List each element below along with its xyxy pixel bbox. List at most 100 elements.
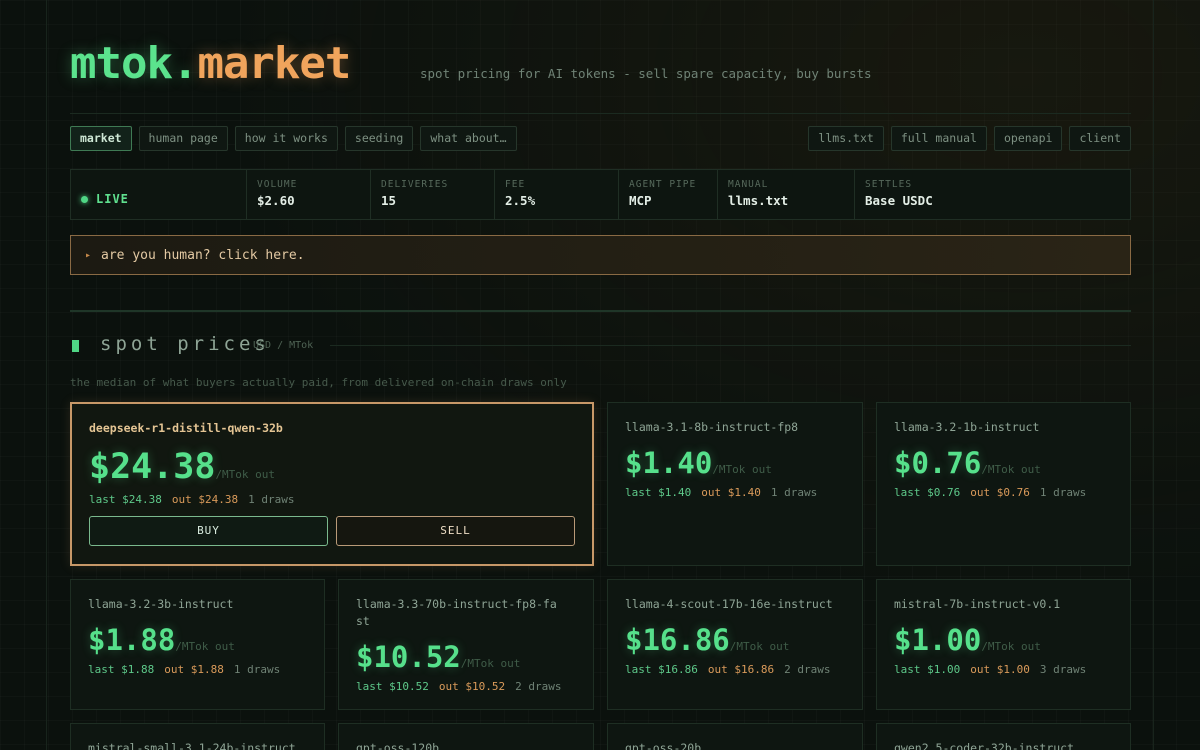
buy-button[interactable]: BUY	[89, 516, 328, 546]
price-unit: /MTok out	[729, 640, 790, 653]
stat-value: 15	[381, 193, 397, 208]
price-unit: /MTok out	[460, 657, 521, 670]
out-price: out $0.76	[970, 486, 1030, 499]
price-row: $10.52/MTok out	[356, 640, 576, 674]
model-name: mistral-small-3.1-24b-instruct	[88, 741, 296, 750]
stat-volume: VOLUME $2.60	[247, 170, 371, 219]
last-price: last $1.88	[88, 663, 155, 676]
draw-count: 2 draws	[784, 663, 831, 676]
section-subtitle: the median of what buyers actually paid,…	[70, 376, 567, 389]
last-price: last $24.38	[89, 493, 162, 506]
stat-manual: MANUAL llms.txt	[718, 170, 855, 219]
section-header: spot prices USD / MTok	[70, 333, 1131, 357]
price-amount: $10.52	[356, 640, 461, 674]
price-meta: last $16.86 out $16.86 2 draws	[625, 663, 845, 676]
stat-value: llms.txt	[728, 193, 789, 208]
price-meta: last $0.76 out $0.76 1 draws	[894, 486, 1113, 499]
price-row: $1.40/MTok out	[625, 446, 845, 480]
price-unit: /MTok out	[981, 640, 1041, 653]
tagline: spot pricing for AI tokens - sell spare …	[420, 66, 872, 81]
model-name: mistral-7b-instruct-v0.1	[894, 597, 1061, 611]
brand-part-2: market	[197, 38, 351, 89]
price-amount: $16.86	[625, 623, 730, 657]
model-name: qwen2.5-coder-32b-instruct	[894, 741, 1075, 750]
stat-deliveries: DELIVERIES 15	[371, 170, 495, 219]
draw-count: 1 draws	[248, 493, 295, 506]
out-price: out $10.52	[438, 680, 506, 693]
stat-settles: SETTLES Base USDC	[855, 170, 1130, 219]
price-row: $24.38/MTok out	[89, 447, 575, 487]
stat-label: DELIVERIES	[381, 179, 449, 190]
stat-value: 2.5%	[505, 193, 536, 208]
price-unit: /MTok out	[981, 463, 1041, 476]
price-meta: last $10.52 out $10.52 2 draws	[356, 680, 576, 693]
stat-value: MCP	[629, 193, 652, 208]
stat-label: MANUAL	[728, 179, 769, 190]
header: mtok.market spot pricing for AI tokens -…	[70, 38, 1131, 98]
header-divider	[70, 113, 1131, 114]
nav-seeding[interactable]: seeding	[344, 126, 414, 151]
nav-left: market human page how it works seeding w…	[70, 126, 517, 151]
out-price: out $24.38	[171, 493, 239, 506]
stats-bar: LIVE VOLUME $2.60 DELIVERIES 15 FEE 2.5%…	[70, 169, 1131, 220]
nav-market[interactable]: market	[70, 126, 132, 151]
draw-count: 2 draws	[515, 680, 562, 693]
stat-value: Base USDC	[865, 193, 933, 208]
nav-human-page[interactable]: human page	[138, 126, 228, 151]
price-card[interactable]: llama-3.2-1b-instruct $0.76/MTok out las…	[876, 402, 1131, 566]
price-card[interactable]: mistral-7b-instruct-v0.1 $1.00/MTok out …	[876, 579, 1131, 710]
card-actions: BUY SELL	[89, 516, 575, 546]
model-name: llama-3.1-8b-instruct-fp8	[625, 420, 799, 434]
model-name: llama-3.2-3b-instruct	[88, 597, 234, 611]
price-card[interactable]: gpt-oss-120b	[338, 723, 594, 750]
section-divider	[70, 310, 1131, 312]
price-row: $1.88/MTok out	[88, 623, 307, 657]
model-name: llama-3.2-1b-instruct	[894, 420, 1040, 434]
price-card[interactable]: gpt-oss-20b	[607, 723, 863, 750]
nav-openapi[interactable]: openapi	[993, 126, 1063, 151]
model-name: llama-3.3-70b-instruct-fp8-fast	[356, 597, 557, 628]
price-amount: $1.00	[894, 623, 982, 657]
stat-agent-pipe: AGENT PIPE MCP	[619, 170, 718, 219]
nav-what-about[interactable]: what about…	[420, 126, 517, 151]
last-price: last $1.00	[894, 663, 961, 676]
live-label: LIVE	[96, 192, 129, 206]
price-meta: last $1.40 out $1.40 1 draws	[625, 486, 845, 499]
nav-llms-txt[interactable]: llms.txt	[808, 126, 884, 151]
price-card[interactable]: qwen2.5-coder-32b-instruct	[876, 723, 1131, 750]
nav-how-it-works[interactable]: how it works	[234, 126, 338, 151]
price-unit: /MTok out	[215, 468, 276, 481]
arrow-right-icon: ▸	[85, 249, 92, 261]
last-price: last $10.52	[356, 680, 429, 693]
stat-fee: FEE 2.5%	[495, 170, 619, 219]
price-meta: last $1.88 out $1.88 1 draws	[88, 663, 307, 676]
price-unit: /MTok out	[712, 463, 772, 476]
brand-part-1: mtok.	[70, 38, 198, 89]
price-card[interactable]: llama-4-scout-17b-16e-instruct $16.86/MT…	[607, 579, 863, 710]
section-rule	[330, 345, 1131, 346]
model-name: gpt-oss-20b	[625, 741, 702, 750]
out-price: out $1.40	[701, 486, 761, 499]
price-card[interactable]: llama-3.3-70b-instruct-fp8-fast $10.52/M…	[338, 579, 594, 710]
price-amount: $0.76	[894, 446, 982, 480]
last-price: last $16.86	[625, 663, 698, 676]
out-price: out $1.88	[164, 663, 224, 676]
last-price: last $0.76	[894, 486, 961, 499]
nav-client[interactable]: client	[1069, 126, 1131, 151]
draw-count: 1 draws	[1039, 486, 1087, 499]
price-card[interactable]: llama-3.2-3b-instruct $1.88/MTok out las…	[70, 579, 325, 710]
human-banner-text: are you human? click here.	[101, 247, 305, 263]
price-row: $16.86/MTok out	[625, 623, 845, 657]
price-card[interactable]: mistral-small-3.1-24b-instruct	[70, 723, 325, 750]
draw-count: 1 draws	[233, 663, 281, 676]
price-meta: last $1.00 out $1.00 3 draws	[894, 663, 1113, 676]
price-row: $1.00/MTok out	[894, 623, 1113, 657]
nav-bar: market human page how it works seeding w…	[70, 126, 1131, 152]
stat-label: SETTLES	[865, 179, 913, 190]
price-card[interactable]: llama-3.1-8b-instruct-fp8 $1.40/MTok out…	[607, 402, 863, 566]
human-banner[interactable]: ▸ are you human? click here.	[70, 235, 1131, 275]
brand-logo[interactable]: mtok.market	[70, 38, 351, 90]
nav-full-manual[interactable]: full manual	[890, 126, 987, 151]
sell-button[interactable]: SELL	[336, 516, 575, 546]
price-card-featured[interactable]: deepseek-r1-distill-qwen-32b $24.38/MTok…	[70, 402, 594, 566]
